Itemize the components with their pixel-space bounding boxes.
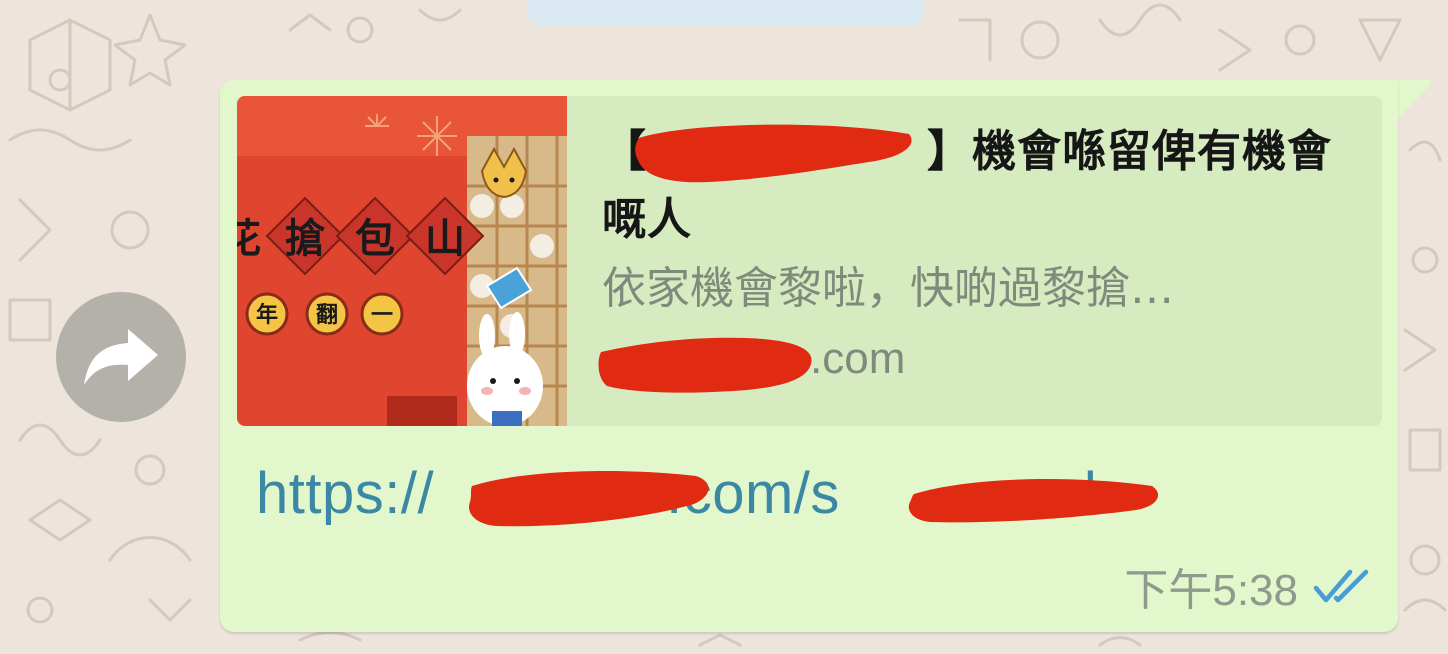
svg-text:翻: 翻 xyxy=(316,302,338,328)
link-tail[interactable]: k xyxy=(1084,461,1114,526)
message-meta: 下午5:38 xyxy=(1124,554,1370,618)
link-scheme[interactable]: https:// xyxy=(256,461,434,526)
link-preview-domain: .com xyxy=(602,324,1352,394)
bubble-tail xyxy=(1396,80,1431,120)
svg-text:搶: 搶 xyxy=(285,215,325,262)
svg-text:花: 花 xyxy=(237,215,261,262)
link-preview-text: 【】機會喺留俾有機會嘅人 依家機會黎啦，快啲過黎搶… .com xyxy=(567,96,1382,426)
outgoing-message-bubble[interactable]: 花 搶 包 山 年 翻 一 【 】機會喺留俾有機會嘅人 依家機會黎啦，快啲過黎搶… xyxy=(220,80,1398,632)
link-middle[interactable]: .com/s xyxy=(666,461,840,526)
forward-button[interactable] xyxy=(56,292,186,422)
preview-domain-suffix: .com xyxy=(810,334,906,383)
link-preview-title: 【】機會喺留俾有機會嘅人 xyxy=(602,118,1352,254)
preview-title-rest: 】機會喺留俾有機會嘅人 xyxy=(602,126,1332,245)
thumbnail-image: 花 搶 包 山 年 翻 一 xyxy=(237,96,567,426)
double-check-icon xyxy=(1313,569,1369,603)
link-preview-card[interactable]: 花 搶 包 山 年 翻 一 【 】機會喺留俾有機會嘅人 依家機會黎啦，快啲過黎搶… xyxy=(237,96,1382,426)
svg-text:一: 一 xyxy=(371,302,393,328)
previous-message-bubble[interactable] xyxy=(528,0,924,26)
svg-text:山: 山 xyxy=(425,215,465,262)
message-timestamp: 下午5:38 xyxy=(1124,566,1298,615)
link-preview-thumbnail: 花 搶 包 山 年 翻 一 xyxy=(237,96,567,426)
forward-arrow-icon xyxy=(84,329,158,385)
link-preview-description: 依家機會黎啦，快啲過黎搶… xyxy=(602,263,1174,314)
svg-text:年: 年 xyxy=(256,302,278,328)
message-link[interactable]: https:// .com/s k xyxy=(256,460,1113,527)
preview-title-open: 【 xyxy=(602,126,647,177)
svg-text:包: 包 xyxy=(355,215,395,262)
